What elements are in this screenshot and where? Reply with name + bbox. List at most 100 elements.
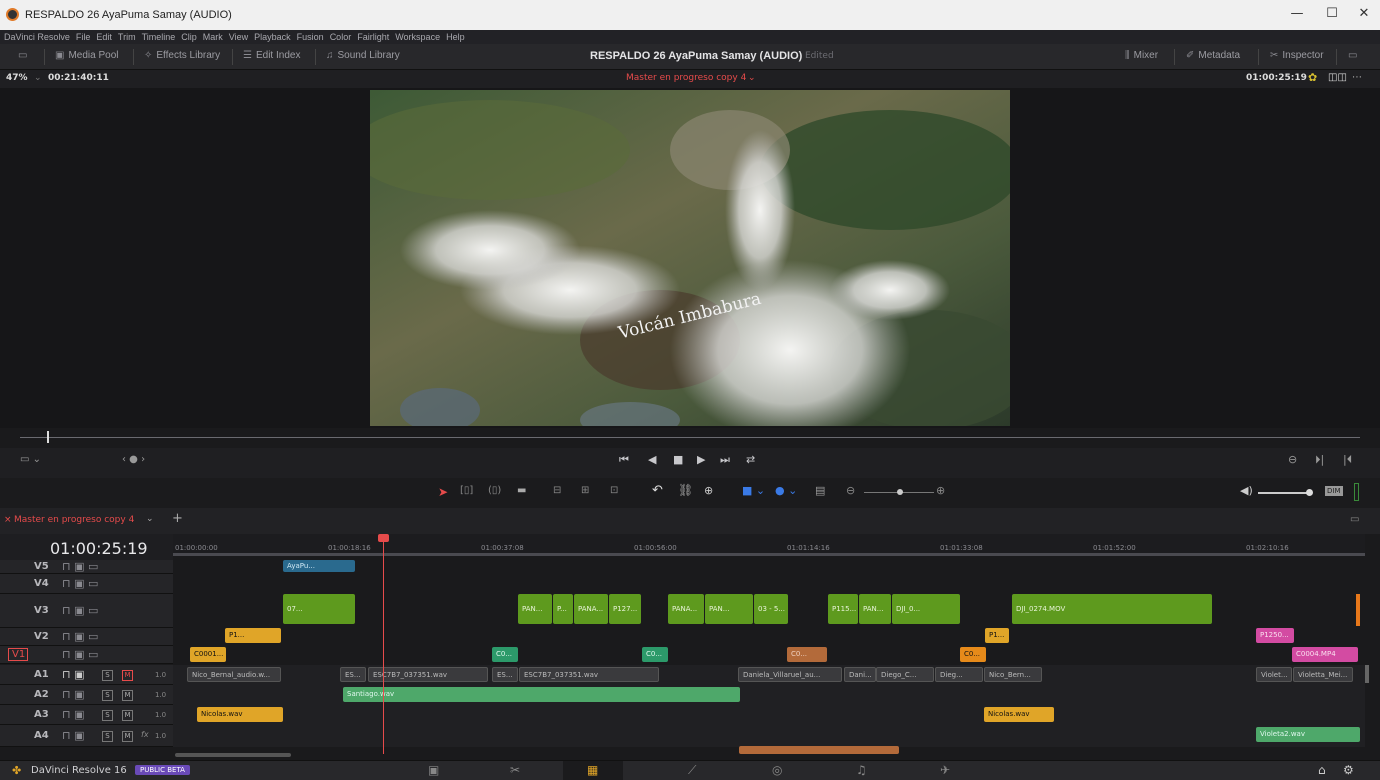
fusion-page-icon[interactable]: ⟋ xyxy=(688,763,696,778)
track-controls-icon[interactable]: ⊓ ▣ ▭ xyxy=(62,630,98,643)
clip[interactable]: P1... xyxy=(225,628,281,643)
clip[interactable]: ES... xyxy=(492,667,518,682)
lock-icon[interactable]: ⊕ xyxy=(704,484,713,497)
volume-icon[interactable]: ◀) xyxy=(1240,484,1253,497)
playhead-marker[interactable] xyxy=(378,534,389,542)
clip[interactable]: P1... xyxy=(985,628,1009,643)
clip[interactable]: AyaPu... xyxy=(283,560,355,572)
menu-davinci[interactable]: DaVinci Resolve xyxy=(4,30,70,44)
track-lock-icon[interactable]: ⊓ ▣ xyxy=(62,688,84,701)
menu-trim[interactable]: Trim xyxy=(118,30,136,44)
menu-edit[interactable]: Edit xyxy=(96,30,112,44)
clip[interactable]: PAN... xyxy=(518,594,552,624)
clip[interactable]: Nico_Bernal_audio.w... xyxy=(187,667,281,682)
clip[interactable]: C0004.MP4 xyxy=(1292,647,1358,662)
overwrite-clip-icon[interactable]: ⊞ xyxy=(581,485,589,496)
clip[interactable]: P... xyxy=(553,594,573,624)
dim-button[interactable]: DIM xyxy=(1325,486,1343,496)
fx-icon[interactable]: fx xyxy=(141,730,149,739)
selection-tool-icon[interactable]: ➤ xyxy=(438,485,448,499)
monitor-icon[interactable]: ▭ xyxy=(18,50,31,61)
lock-icon[interactable]: ⊓ ▣ ▭ xyxy=(62,560,98,573)
home-icon[interactable]: ⌂ xyxy=(1318,763,1326,777)
track-controls-icon[interactable]: ⊓ ▣ ▭ xyxy=(62,648,98,661)
clip[interactable]: Nicolas.wav xyxy=(984,707,1054,722)
clip[interactable]: 07... xyxy=(283,594,355,624)
menu-help[interactable]: Help xyxy=(446,30,465,44)
clip[interactable]: PANA... xyxy=(574,594,608,624)
clip[interactable]: 03 - 5... xyxy=(754,594,788,624)
close-tab-icon[interactable]: × xyxy=(4,515,12,525)
timeline-name-dropdown[interactable]: Master en progreso copy 4 xyxy=(626,73,746,83)
media-pool-button[interactable]: ▣ Media Pool xyxy=(55,50,118,61)
edit-page-icon[interactable]: ▦ xyxy=(587,763,598,777)
maximize-button[interactable]: ☐ xyxy=(1317,6,1347,24)
deliver-page-icon[interactable]: ✈ xyxy=(940,763,950,777)
zoom-out-icon[interactable]: ⊖ xyxy=(846,484,855,497)
insert-clip-icon[interactable]: ⊟ xyxy=(553,485,561,496)
play-icon[interactable]: ▶ xyxy=(697,453,705,466)
menu-view[interactable]: View xyxy=(229,30,248,44)
clip[interactable]: P127... xyxy=(609,594,641,624)
fullscreen-icon[interactable]: ▭ xyxy=(1348,50,1361,61)
flag-icon[interactable]: ■ ⌄ xyxy=(742,484,765,497)
go-to-start-icon[interactable]: ⏮ xyxy=(619,453,629,467)
clip[interactable]: PAN... xyxy=(705,594,753,624)
add-tab-icon[interactable]: + xyxy=(172,511,183,526)
clip[interactable]: Dani... xyxy=(844,667,876,682)
clip[interactable]: C0... xyxy=(787,647,827,662)
timeline-tab[interactable]: Master en progreso copy 4 xyxy=(14,515,134,525)
track-scrollbar[interactable] xyxy=(1356,594,1360,626)
menu-playback[interactable]: Playback xyxy=(254,30,291,44)
clip[interactable]: Nicolas.wav xyxy=(197,707,283,722)
solo-button[interactable]: S xyxy=(102,690,113,701)
match-frame-icon[interactable]: ⊖ xyxy=(1288,453,1297,466)
dual-viewer-icon[interactable]: ◫◫ xyxy=(1328,72,1347,83)
blade-tool-icon[interactable]: ▬ xyxy=(517,485,526,496)
menu-fusion[interactable]: Fusion xyxy=(297,30,324,44)
metadata-button[interactable]: ✐ Metadata xyxy=(1186,50,1240,61)
effects-library-button[interactable]: ✧ Effects Library xyxy=(144,50,220,61)
link-icon[interactable]: ⛓ xyxy=(678,483,693,497)
snapping-icon[interactable]: ↶ xyxy=(652,483,663,498)
replace-clip-icon[interactable]: ⊡ xyxy=(610,485,618,496)
minimize-button[interactable]: — xyxy=(1282,6,1312,24)
clip[interactable]: Nico_Bern... xyxy=(984,667,1042,682)
media-page-icon[interactable]: ▣ xyxy=(428,763,439,777)
dynamic-trim-icon[interactable]: (▯) xyxy=(488,485,501,496)
menu-mark[interactable]: Mark xyxy=(203,30,223,44)
color-page-icon[interactable]: ◎ xyxy=(772,763,782,777)
play-reverse-icon[interactable]: ◀ xyxy=(648,453,656,466)
mute-button[interactable]: M xyxy=(122,690,133,701)
clip[interactable]: Diego_C... xyxy=(876,667,934,682)
clip[interactable]: PAN... xyxy=(859,594,891,624)
fairlight-page-icon[interactable]: ♫ xyxy=(856,763,867,777)
timeline-playhead[interactable] xyxy=(383,534,384,754)
clip[interactable]: Daniela_Villaruel_au... xyxy=(738,667,842,682)
jog-control-icon[interactable]: ‹ ● › xyxy=(122,454,145,465)
volume-knob[interactable] xyxy=(1306,489,1313,496)
horizontal-scrollbar[interactable] xyxy=(175,753,291,757)
clip[interactable]: Dieg... xyxy=(935,667,983,682)
timeline-ruler[interactable]: 01:00:00:00 01:00:18:16 01:00:37:08 01:0… xyxy=(173,534,1365,556)
next-edit-icon[interactable]: ⏵| xyxy=(1315,453,1324,467)
trim-tool-icon[interactable]: [▯] xyxy=(460,485,473,496)
clip[interactable]: C0... xyxy=(492,647,518,662)
clip[interactable]: ES... xyxy=(340,667,366,682)
more-options-icon[interactable]: ⋯ xyxy=(1352,72,1362,83)
sound-library-button[interactable]: ♫ Sound Library xyxy=(326,50,400,61)
clip[interactable]: P1250... xyxy=(1256,628,1294,643)
inspector-button[interactable]: ✂ Inspector xyxy=(1270,50,1324,61)
clip[interactable]: Violet... xyxy=(1256,667,1292,682)
track-lock-icon[interactable]: ⊓ ▣ xyxy=(62,668,84,681)
clip[interactable]: C0001... xyxy=(190,647,226,662)
audio-scrollbar[interactable] xyxy=(1365,665,1369,683)
track-controls-icon[interactable]: ⊓ ▣ ▭ xyxy=(62,604,98,617)
marker-icon[interactable]: ● ⌄ xyxy=(775,484,797,497)
clip[interactable]: ESC7B7_037351.wav xyxy=(519,667,659,682)
menu-clip[interactable]: Clip xyxy=(181,30,197,44)
volume-slider[interactable] xyxy=(1258,492,1308,494)
solo-button[interactable]: S xyxy=(102,731,113,742)
clip[interactable]: Violetta_Mei... xyxy=(1293,667,1353,682)
clip[interactable]: C0... xyxy=(642,647,668,662)
